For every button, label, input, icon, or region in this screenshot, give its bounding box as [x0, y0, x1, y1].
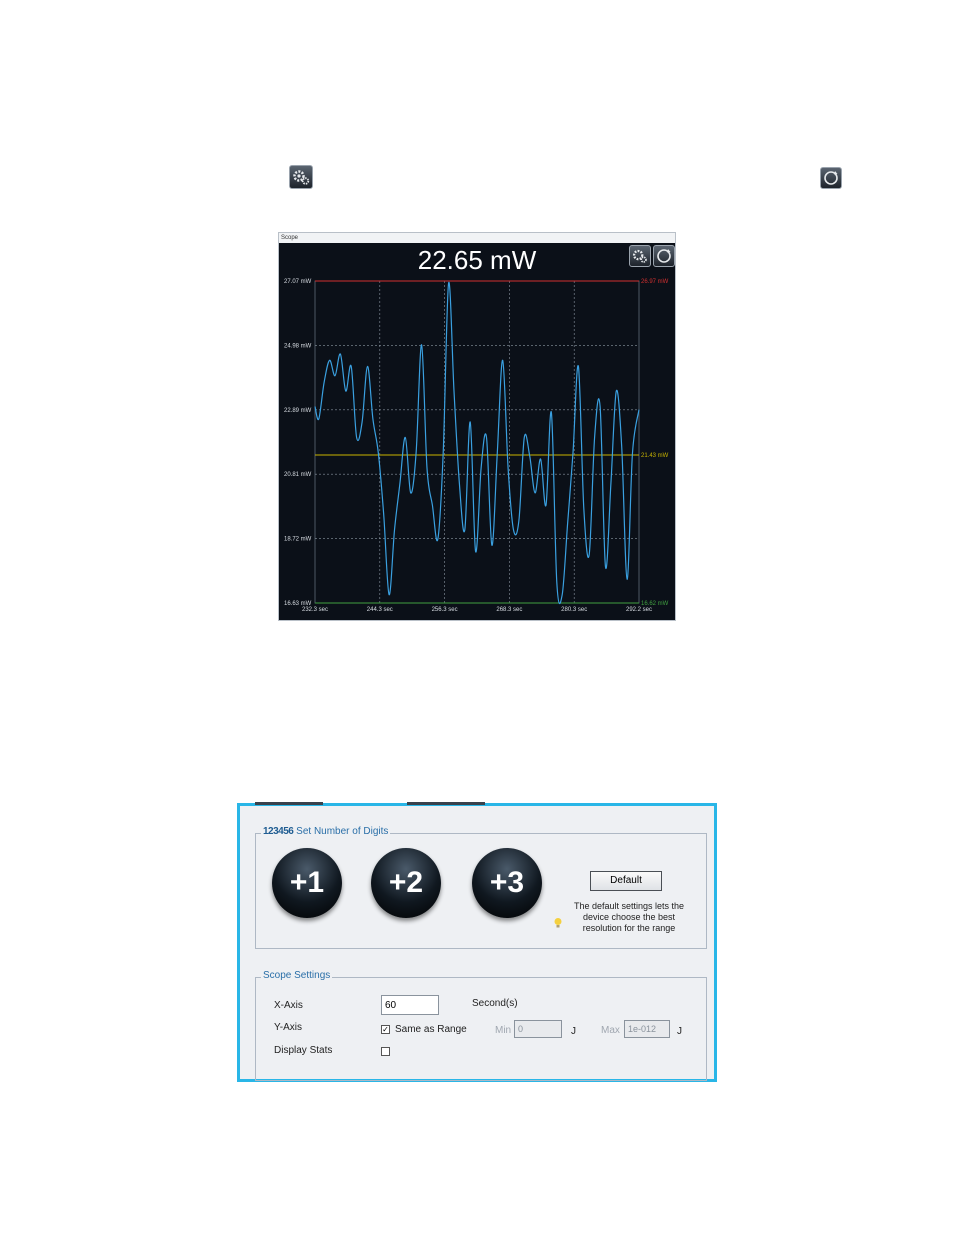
- x-tick-label: 232.3 sec: [302, 607, 328, 613]
- x-tick-label: 244.3 sec: [367, 607, 393, 613]
- y-tick-label: 20.81 mW: [284, 472, 312, 478]
- plus1-button[interactable]: +1: [272, 848, 342, 918]
- x-axis-input[interactable]: [381, 995, 439, 1015]
- plus2-button[interactable]: +2: [371, 848, 441, 918]
- x-axis-unit: Second(s): [472, 998, 518, 1009]
- y-tick-label: 27.07 mW: [284, 279, 312, 285]
- scope-window: Scope 22.65 mW 27.07 mW 24.98 mW 22.89 mW 2…: [278, 232, 676, 621]
- same-as-range-label: Same as Range: [395, 1024, 467, 1035]
- y-tick-label: 18.72 mW: [284, 537, 312, 543]
- gear-icon[interactable]: [289, 165, 313, 189]
- display-stats-label: Display Stats: [274, 1045, 333, 1056]
- display-stats-checkbox[interactable]: [381, 1047, 390, 1056]
- digits-logo: 123456: [263, 826, 294, 837]
- digits-group: 123456 Set Number of Digits +1 +2 +3 Def…: [255, 826, 707, 949]
- refresh-icon[interactable]: [820, 167, 842, 189]
- avg-line-label: 21.43 mW: [641, 453, 669, 459]
- scope-plot: 27.07 mW 24.98 mW 22.89 mW 20.81 mW 18.72 mW…: [284, 279, 669, 613]
- x-axis-label: X-Axis: [274, 1000, 303, 1011]
- max-unit: J: [677, 1026, 682, 1037]
- y-axis-label: Y-Axis: [274, 1022, 302, 1033]
- settings-panel: 123456 Set Number of Digits +1 +2 +3 Def…: [237, 802, 717, 1082]
- lightbulb-icon: [553, 916, 563, 928]
- x-tick-label: 292.2 sec: [626, 607, 652, 613]
- y-tick-label: 24.98 mW: [284, 343, 312, 349]
- x-tick-label: 256.3 sec: [432, 607, 458, 613]
- min-unit: J: [571, 1026, 576, 1037]
- same-as-range-checkbox[interactable]: ✓: [381, 1025, 390, 1034]
- max-line-label: 26.97 mW: [641, 279, 669, 285]
- default-button[interactable]: Default: [590, 871, 662, 891]
- plot-frame: [314, 280, 640, 604]
- max-input[interactable]: [624, 1020, 670, 1038]
- x-tick-label: 268.3 sec: [496, 607, 522, 613]
- min-line-label: 16.62 mW: [641, 601, 669, 607]
- min-input[interactable]: [514, 1020, 562, 1038]
- max-label: Max: [601, 1025, 620, 1036]
- tab-3[interactable]: [407, 802, 485, 805]
- scope-settings-title: Scope Settings: [261, 970, 333, 981]
- digits-title-label: Set Number of Digits: [296, 826, 389, 837]
- y-tick-label: 22.89 mW: [284, 408, 312, 414]
- plus3-button[interactable]: +3: [472, 848, 542, 918]
- scope-settings-group: Scope Settings X-Axis Second(s) Y-Axis ✓…: [255, 970, 707, 1081]
- digits-group-title: 123456 Set Number of Digits: [261, 826, 391, 837]
- min-label: Min: [495, 1025, 512, 1036]
- default-hint: The default settings lets the device cho…: [573, 901, 685, 933]
- trace-line: [314, 281, 640, 605]
- x-tick-label: 280.3 sec: [561, 607, 587, 613]
- tab-1[interactable]: [255, 802, 323, 805]
